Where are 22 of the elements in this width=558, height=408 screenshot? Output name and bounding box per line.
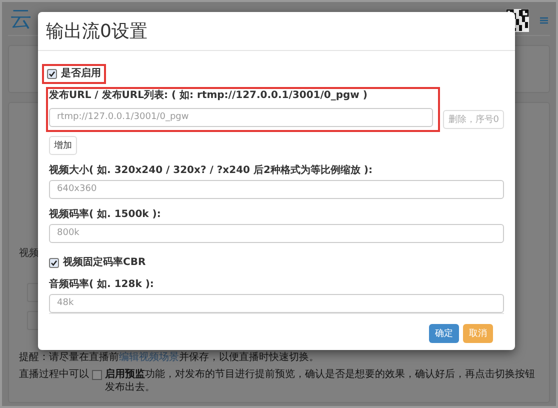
- field-label: 音频码率( 如. 128k ):: [49, 278, 155, 290]
- add-button[interactable]: 增加: [49, 136, 77, 154]
- section-label: 视频: [19, 248, 39, 260]
- field-label: 视频大小( 如. 320x240 / 320x? / ?x240 后2种格式为等比例缩放 ):: [49, 164, 374, 176]
- confirm-button[interactable]: 确定: [429, 324, 459, 343]
- checkbox[interactable]: [47, 69, 57, 79]
- checkbox[interactable]: [49, 258, 59, 268]
- checkbox-label: 视频固定码率CBR: [63, 256, 146, 268]
- hint-text: 提醒：请尽量在直播前编辑视频场景并保存，以便直播时快速切换。: [19, 351, 320, 364]
- dialog-title: 输出流0设置: [46, 20, 148, 43]
- hint-text: 启用预监功能，对发布的节目进行提前预览，确认是否是想要的效果，确认好后，再点击切换按钮发布出去。: [105, 368, 536, 394]
- cancel-button[interactable]: 取消: [463, 324, 493, 343]
- input-field[interactable]: 640x360: [49, 180, 504, 198]
- checkbox-label: 是否启用: [61, 68, 101, 80]
- app-title: 云: [10, 9, 32, 31]
- checkbox[interactable]: [92, 370, 102, 380]
- field-label: 视频码率( 如. 1500k ):: [49, 208, 162, 220]
- hint-text: 直播过程中可以: [19, 368, 89, 381]
- field-label: 发布URL / 发布URL列表: ( 如: rtmp://127.0.0.1/3001/0_pgw ): [49, 90, 368, 102]
- input-field[interactable]: 48k: [49, 294, 504, 312]
- edit-scene-link[interactable]: 编辑视频场景: [119, 352, 179, 363]
- input-field[interactable]: 800k: [49, 224, 504, 242]
